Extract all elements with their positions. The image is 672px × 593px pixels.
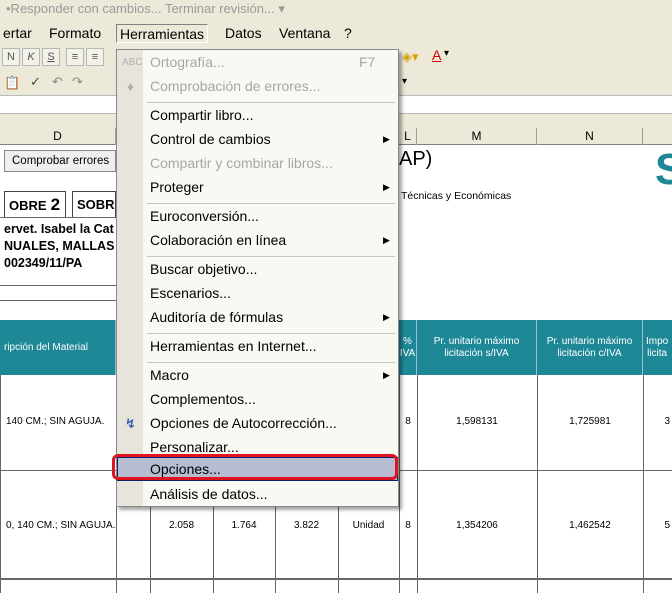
divider bbox=[0, 300, 116, 301]
font-color-dropdown-icon[interactable]: ▾ bbox=[444, 48, 449, 59]
table-cell[interactable]: 1,725981 bbox=[537, 416, 643, 427]
table-cell[interactable]: 2.058 bbox=[150, 520, 213, 531]
table-cell[interactable]: 8 bbox=[399, 416, 417, 427]
sheet-title: AP) bbox=[399, 148, 433, 170]
menu-item-auditoria[interactable]: Auditoría de fórmulas ▶ bbox=[117, 306, 398, 329]
italic-icon[interactable]: K bbox=[22, 48, 40, 66]
sheet-subtitle: Técnicas y Económicas bbox=[401, 190, 512, 202]
menu-ventana[interactable]: Ventana bbox=[276, 24, 333, 43]
submenu-arrow-icon: ▶ bbox=[383, 370, 390, 380]
column-header-l[interactable]: L bbox=[399, 128, 417, 145]
menu-item-colaboracion[interactable]: Colaboración en línea ▶ bbox=[117, 229, 398, 252]
divider bbox=[0, 285, 116, 286]
header-price-with-iva: Pr. unitario máximo licitación c/IVA bbox=[537, 320, 643, 375]
company-logo: S bbox=[655, 145, 672, 194]
menu-item-compartir-combinar[interactable]: Compartir y combinar libros... bbox=[117, 152, 398, 175]
table-cell[interactable]: 1,354206 bbox=[417, 520, 537, 531]
highlight-annotation bbox=[112, 454, 398, 480]
column-header-d[interactable]: D bbox=[0, 128, 116, 145]
menu-separator bbox=[147, 256, 395, 257]
paste-icon[interactable]: 📋 bbox=[4, 75, 20, 91]
menu-item-comprobacion-errores[interactable]: ♦ Comprobación de errores... bbox=[117, 75, 398, 98]
menu-item-autocorreccion[interactable]: ↯ Opciones de Autocorrección... bbox=[117, 412, 398, 435]
column-header-next[interactable] bbox=[643, 128, 672, 145]
menu-item-compartir-libro[interactable]: Compartir libro... bbox=[117, 104, 398, 127]
menu-item-escenarios[interactable]: Escenarios... bbox=[117, 282, 398, 305]
header-description: ripción del Material bbox=[0, 320, 116, 375]
menu-item-ortografia[interactable]: ABC Ortografía... F7 bbox=[117, 51, 398, 74]
sobre-tab[interactable]: SOBR bbox=[72, 191, 116, 217]
check-errors-button[interactable]: Comprobar errores bbox=[4, 150, 116, 172]
info-line: NUALES, MALLAS bbox=[4, 239, 115, 253]
menu-item-euroconversion[interactable]: Euroconversión... bbox=[117, 205, 398, 228]
header-iva-pct: % IVA bbox=[399, 320, 417, 375]
table-cell[interactable]: 1,598131 bbox=[417, 416, 537, 427]
grid-line bbox=[417, 375, 418, 593]
menu-separator bbox=[147, 333, 395, 334]
submenu-arrow-icon: ▶ bbox=[383, 182, 390, 192]
table-cell[interactable]: Unidad bbox=[338, 520, 399, 531]
redo-icon[interactable]: ↷ bbox=[72, 74, 83, 90]
menu-bar: ertar Formato Herramientas Datos Ventana… bbox=[0, 22, 672, 44]
tab-label: SOBR bbox=[77, 197, 115, 212]
header-amount: Impo licita bbox=[646, 335, 669, 359]
table-cell[interactable]: 5 bbox=[643, 520, 672, 531]
menu-item-control-cambios[interactable]: Control de cambios ▶ bbox=[117, 128, 398, 151]
header-price-no-iva: Pr. unitario máximo licitación s/IVA bbox=[417, 320, 537, 375]
column-header-n[interactable]: N bbox=[537, 128, 643, 145]
grid-line bbox=[0, 375, 1, 593]
menu-separator bbox=[147, 203, 395, 204]
menu-datos[interactable]: Datos bbox=[222, 24, 265, 43]
menu-item-analisis-datos[interactable]: Análisis de datos... bbox=[117, 483, 398, 506]
align-left-icon[interactable]: ≡ bbox=[66, 48, 84, 66]
menu-help[interactable]: ? bbox=[341, 24, 355, 43]
grid-line bbox=[643, 375, 644, 593]
sobre-2-tab[interactable]: OBRE 2 bbox=[4, 191, 66, 217]
grid-line bbox=[537, 375, 538, 593]
menu-herramientas[interactable]: Herramientas bbox=[116, 24, 209, 43]
info-line: 002349/11/PA bbox=[4, 256, 83, 270]
bold-icon[interactable]: N bbox=[2, 48, 20, 66]
menu-item-proteger[interactable]: Proteger ▶ bbox=[117, 176, 398, 199]
review-bar-text[interactable]: •Responder con cambios... Terminar revis… bbox=[6, 1, 285, 16]
font-color-icon[interactable]: A bbox=[432, 47, 441, 63]
menu-separator bbox=[147, 362, 395, 363]
table-cell[interactable]: 8 bbox=[399, 520, 417, 531]
reviewing-toolbar: •Responder con cambios... Terminar revis… bbox=[0, 0, 672, 22]
submenu-arrow-icon: ▶ bbox=[383, 134, 390, 144]
grid-line bbox=[399, 375, 400, 593]
menu-separator bbox=[147, 102, 395, 103]
table-cell[interactable]: 140 CM.; SIN AGUJA. bbox=[6, 416, 104, 427]
menu-item-complementos[interactable]: Complementos... bbox=[117, 388, 398, 411]
toolbar-options-icon[interactable]: ▾ bbox=[402, 76, 407, 87]
align-center-icon[interactable]: ≡ bbox=[86, 48, 104, 66]
menu-insertar[interactable]: ertar bbox=[0, 24, 35, 43]
underline-icon[interactable]: S bbox=[42, 48, 60, 66]
error-check-icon: ♦ bbox=[127, 79, 134, 94]
menu-formato[interactable]: Formato bbox=[46, 24, 104, 43]
info-line: ervet. Isabel la Cat bbox=[4, 222, 114, 236]
menu-item-macro[interactable]: Macro ▶ bbox=[117, 364, 398, 387]
menu-item-buscar-objetivo[interactable]: Buscar objetivo... bbox=[117, 258, 398, 281]
format-painter-icon[interactable]: ✓ bbox=[30, 74, 41, 90]
tools-menu: ABC Ortografía... F7 ♦ Comprobación de e… bbox=[116, 49, 399, 507]
undo-icon[interactable]: ↶ bbox=[52, 74, 63, 90]
menu-item-herramientas-internet[interactable]: Herramientas en Internet... bbox=[117, 335, 398, 358]
submenu-arrow-icon: ▶ bbox=[383, 312, 390, 322]
table-cell[interactable]: 3 bbox=[643, 416, 672, 427]
fill-color-icon[interactable]: ◈▾ bbox=[402, 49, 419, 65]
grid-line bbox=[0, 578, 672, 580]
table-cell[interactable]: 1.764 bbox=[213, 520, 275, 531]
divider bbox=[0, 217, 116, 218]
tab-number: 2 bbox=[50, 195, 61, 214]
table-cell[interactable]: 3.822 bbox=[275, 520, 338, 531]
table-cell[interactable]: 0, 140 CM.; SIN AGUJA. bbox=[6, 520, 115, 531]
autocorrect-icon: ↯ bbox=[125, 416, 136, 431]
tab-label: OBRE bbox=[9, 198, 47, 213]
submenu-arrow-icon: ▶ bbox=[383, 235, 390, 245]
spelling-icon: ABC bbox=[122, 57, 143, 68]
column-header-m[interactable]: M bbox=[417, 128, 537, 145]
table-cell[interactable]: 1,462542 bbox=[537, 520, 643, 531]
